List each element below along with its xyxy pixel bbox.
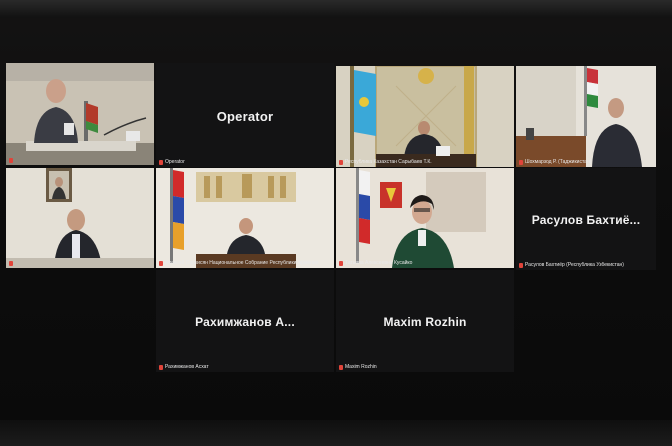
microphone-icon	[519, 159, 523, 165]
participant-caption: Шохмарзод Р. (Таджикистан)	[519, 159, 653, 165]
participant-video	[516, 66, 656, 167]
participant-tile[interactable]: Алексей Саркисян Национальное Собрание Р…	[156, 168, 334, 268]
participant-caption: Татьяна Алексеевна Кусайко	[339, 260, 511, 266]
participant-caption: Расулов Бахтиёр (Республика Узбекистан)	[519, 262, 653, 268]
microphone-icon	[9, 261, 13, 266]
participant-video	[6, 63, 154, 165]
participant-video	[156, 168, 334, 268]
participant-video	[6, 168, 154, 268]
microphone-icon	[339, 260, 343, 266]
participant-caption	[9, 261, 151, 266]
participant-name: Расулов Бахтиё...	[531, 212, 641, 227]
microphone-icon	[519, 262, 523, 268]
participant-tile[interactable]	[6, 168, 154, 268]
participant-video	[336, 66, 514, 167]
video-grid: Operator Operator Республика Казахстан С…	[0, 0, 672, 446]
participant-caption	[9, 158, 151, 163]
participant-video	[336, 168, 514, 268]
participant-caption: Maxim Rozhin	[339, 364, 511, 370]
microphone-icon	[9, 158, 13, 163]
microphone-icon	[339, 159, 343, 165]
participant-caption: Республика Казахстан Сарыбаев Т.К.	[339, 159, 511, 165]
microphone-icon	[159, 260, 163, 266]
participant-tile[interactable]	[6, 63, 154, 165]
participant-caption: Рахимжанов Асхат	[159, 364, 331, 370]
participant-caption: Operator	[159, 159, 331, 165]
participant-tile[interactable]: Шохмарзод Р. (Таджикистан)	[516, 66, 656, 167]
microphone-icon	[159, 159, 163, 165]
microphone-icon	[339, 364, 343, 370]
participant-tile[interactable]: Татьяна Алексеевна Кусайко	[336, 168, 514, 268]
participant-caption: Алексей Саркисян Национальное Собрание Р…	[159, 260, 331, 266]
participant-tile[interactable]: Рахимжанов А... Рахимжанов Асхат	[156, 270, 334, 372]
participant-tile[interactable]: Расулов Бахтиё... Расулов Бахтиёр (Респу…	[516, 168, 656, 270]
participant-tile[interactable]: Operator Operator	[156, 63, 334, 167]
participant-name: Maxim Rozhin	[383, 314, 467, 329]
participant-tile[interactable]: Maxim Rozhin Maxim Rozhin	[336, 270, 514, 372]
participant-tile[interactable]: Республика Казахстан Сарыбаев Т.К.	[336, 66, 514, 167]
participant-name: Рахимжанов А...	[195, 314, 295, 329]
microphone-icon	[159, 364, 163, 370]
participant-name: Operator	[216, 108, 274, 124]
